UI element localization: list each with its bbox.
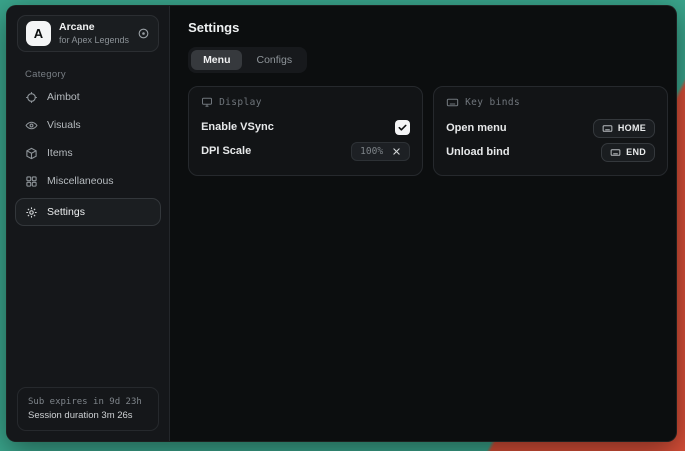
vsync-label: Enable VSync [201,121,274,133]
category-label: Category [25,69,169,80]
sub-expiry-text: Sub expires in 9d 23h [28,395,148,409]
keybinds-card-header: Key binds [446,96,655,109]
sidebar-item-label: Items [47,147,73,159]
dpi-scale-input[interactable]: 100% [351,142,410,161]
grid-icon [25,175,38,188]
open-menu-key: HOME [618,123,646,133]
keybinds-card: Key binds Open menu HOME Unload bin [433,86,668,176]
unload-bind-key: END [626,147,646,157]
main-content: Settings Menu Configs Display Enable VSy… [170,6,677,441]
display-card: Display Enable VSync DPI Scale [188,86,423,176]
keybinds-card-title: Key binds [465,97,520,108]
sidebar-item-items[interactable]: Items [15,139,161,167]
monitor-icon [201,96,213,108]
page-title: Settings [188,20,668,35]
tab-menu[interactable]: Menu [191,50,242,70]
session-duration-text: Session duration 3m 26s [28,409,148,423]
dpi-scale-label: DPI Scale [201,145,251,157]
sidebar: A Arcane for Apex Legends Category Aimbo… [7,6,170,441]
sidebar-item-miscellaneous[interactable]: Miscellaneous [15,167,161,195]
display-card-header: Display [201,96,410,108]
sidebar-item-label: Aimbot [47,91,80,103]
keyboard-icon [610,147,621,158]
unload-bind-label: Unload bind [446,146,510,158]
sidebar-spacer [7,229,169,379]
eye-icon [25,119,38,132]
sidebar-item-visuals[interactable]: Visuals [15,111,161,139]
vsync-row: Enable VSync [201,115,410,139]
app-window: A Arcane for Apex Legends Category Aimbo… [6,5,677,442]
sidebar-item-label: Settings [47,206,85,218]
package-icon [25,147,38,160]
open-menu-row: Open menu HOME [446,116,655,140]
gear-icon [25,206,38,219]
open-menu-keybind[interactable]: HOME [593,119,655,138]
dpi-scale-value: 100% [360,146,383,157]
unload-bind-keybind[interactable]: END [601,143,655,162]
target-icon[interactable] [137,27,150,40]
vsync-checkbox[interactable] [395,120,410,135]
sidebar-item-label: Visuals [47,119,81,131]
sidebar-item-aimbot[interactable]: Aimbot [15,83,161,111]
crosshair-icon [25,91,38,104]
keyboard-icon [602,123,613,134]
tab-configs[interactable]: Configs [244,50,304,70]
open-menu-label: Open menu [446,122,507,134]
display-card-title: Display [219,97,262,108]
brand-card: A Arcane for Apex Legends [17,15,159,52]
close-icon[interactable] [392,147,401,156]
brand-logo: A [26,21,51,46]
sidebar-item-settings[interactable]: Settings [15,198,161,226]
unload-bind-row: Unload bind END [446,140,655,164]
sidebar-item-label: Miscellaneous [47,175,114,187]
brand-text: Arcane for Apex Legends [59,21,129,46]
dpi-scale-row: DPI Scale 100% [201,139,410,163]
brand-subtitle: for Apex Legends [59,34,129,46]
brand-name: Arcane [59,21,129,34]
sidebar-nav: Aimbot Visuals Items [7,83,169,229]
keyboard-icon [446,96,459,109]
check-icon [397,122,408,133]
cards-row: Display Enable VSync DPI Scale [188,86,668,176]
subscription-status-card: Sub expires in 9d 23h Session duration 3… [17,387,159,431]
tab-group: Menu Configs [188,47,307,73]
